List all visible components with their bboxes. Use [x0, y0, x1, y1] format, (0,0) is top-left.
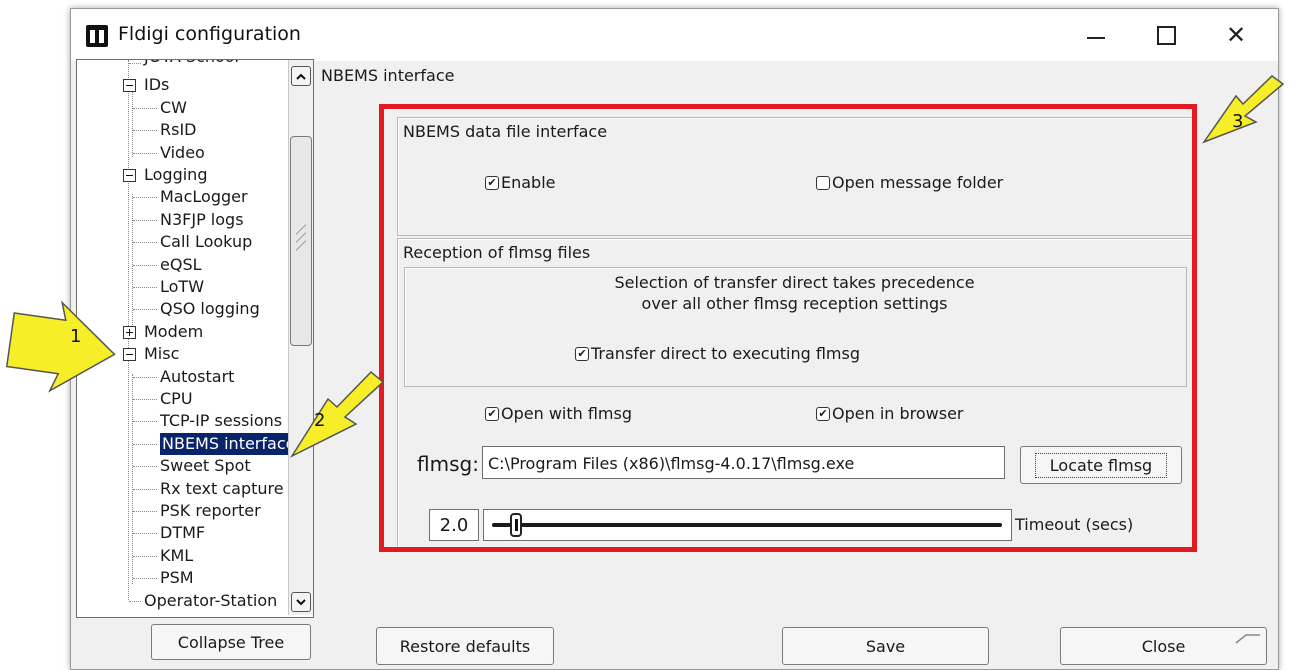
- callout-3: 3: [1232, 111, 1244, 132]
- arrow-2-icon: [289, 370, 385, 458]
- arrow-1-icon: [5, 300, 116, 393]
- arrow-3-icon: [1201, 75, 1285, 144]
- annotation-layer: [5, 75, 1285, 458]
- callout-2: 2: [314, 410, 326, 431]
- callout-1: 1: [70, 326, 82, 347]
